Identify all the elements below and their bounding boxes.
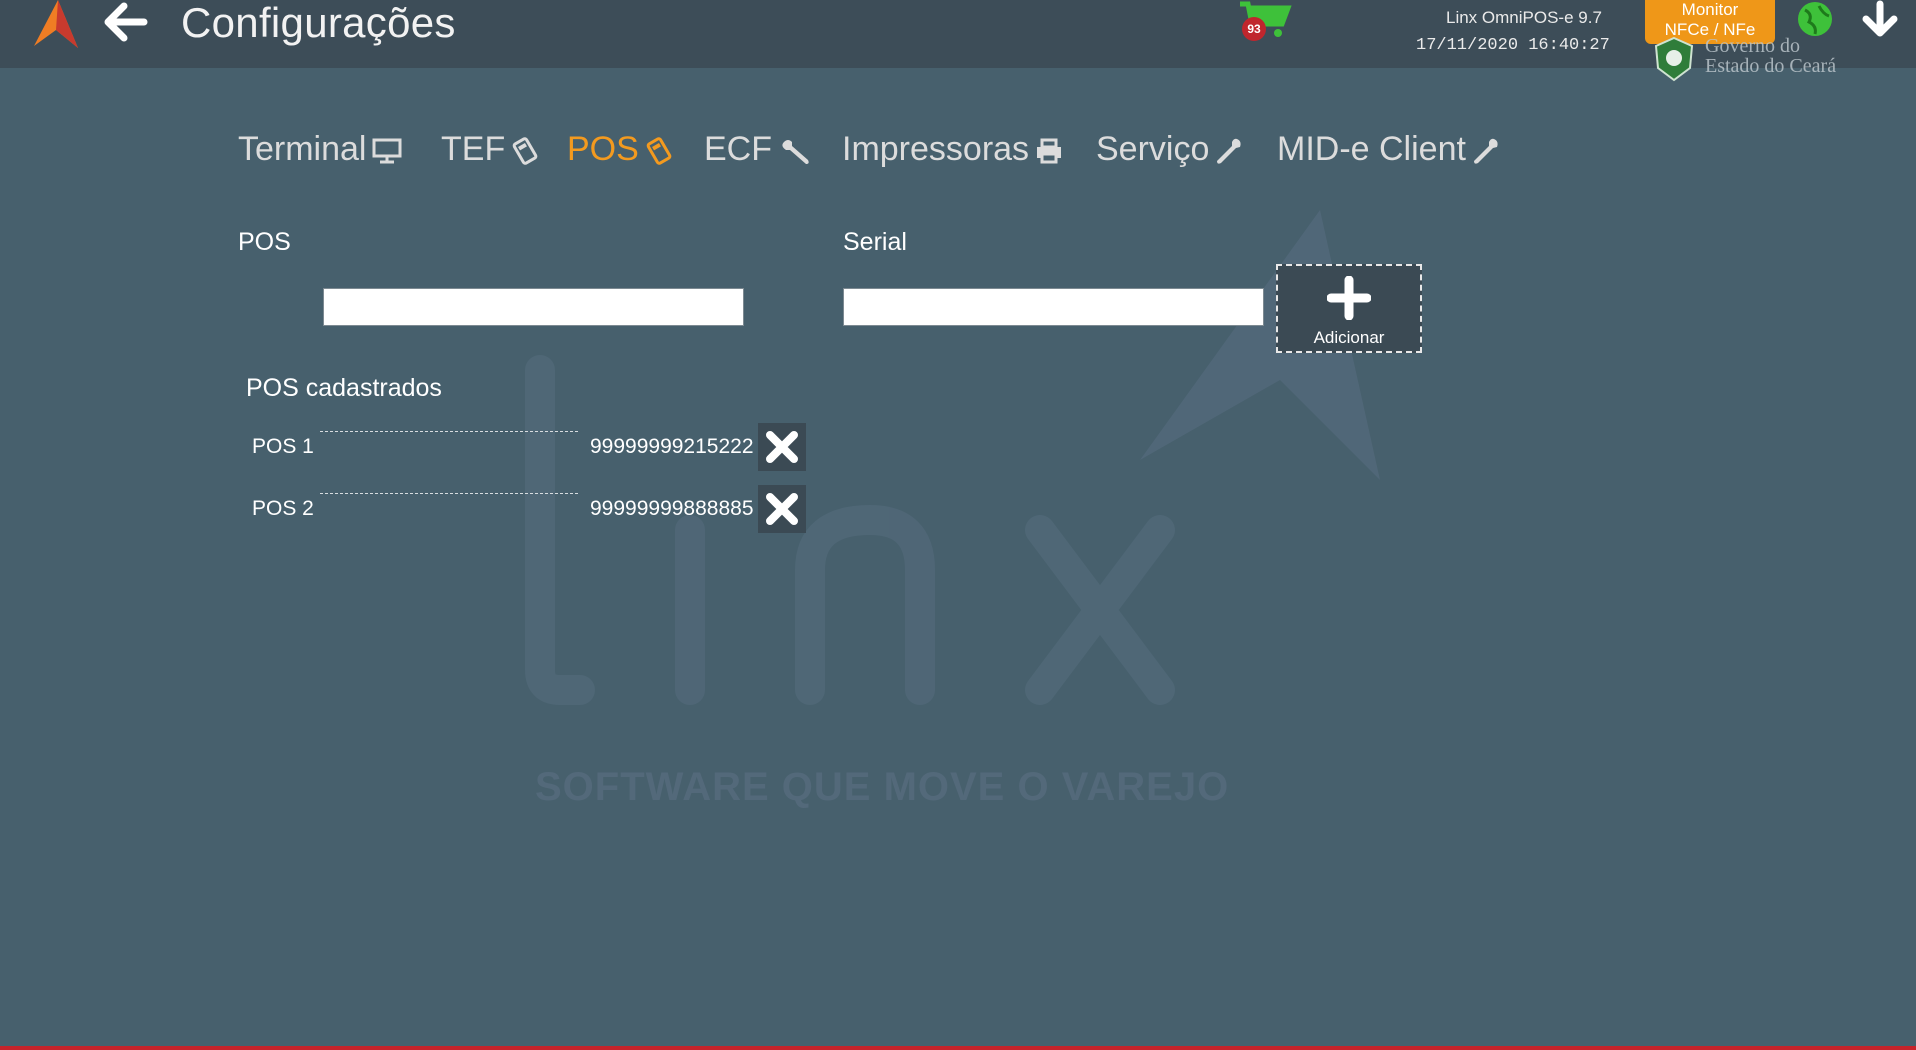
tab-servico[interactable]: Serviço	[1096, 124, 1243, 174]
delete-pos-button[interactable]	[758, 423, 806, 471]
pos-name: POS 2	[252, 497, 314, 520]
serial-field-label: Serial	[843, 228, 907, 256]
tab-ecf[interactable]: ECF	[704, 124, 814, 174]
plus-icon	[1327, 276, 1371, 320]
add-pos-button[interactable]: Adicionar	[1276, 264, 1422, 353]
close-icon	[766, 493, 798, 525]
list-item: POS 2 99999999888885	[240, 485, 810, 533]
app-version: Linx OmniPOS-e 9.7	[1446, 8, 1602, 27]
monitor-label: Monitor	[1681, 0, 1739, 19]
wrench-icon	[782, 140, 809, 165]
linx-logo-icon	[34, 0, 78, 48]
cart-count-badge: 93	[1242, 17, 1266, 41]
tab-label: Serviço	[1096, 130, 1210, 168]
printer-icon	[1037, 138, 1062, 164]
serial-input[interactable]	[843, 288, 1264, 326]
registered-pos-title: POS cadastrados	[246, 374, 442, 402]
tab-label: TEF	[441, 130, 506, 168]
pos-name-input[interactable]	[323, 288, 744, 326]
card-terminal-icon	[512, 137, 538, 165]
close-icon	[766, 431, 798, 463]
dotted-separator	[320, 493, 578, 494]
tab-terminal[interactable]: Terminal	[238, 124, 402, 174]
wrench-icon	[1217, 138, 1241, 164]
bottom-accent-line	[0, 1046, 1916, 1050]
pos-serial: 99999999888885	[590, 497, 754, 520]
card-terminal-icon	[646, 137, 672, 165]
tab-mid-e-client[interactable]: MID-e Client	[1277, 124, 1500, 174]
tab-label: Terminal	[238, 130, 367, 168]
globe-icon[interactable]	[1795, 0, 1835, 38]
pos-field-label: POS	[238, 228, 291, 256]
dotted-separator	[320, 431, 578, 432]
list-item: POS 1 99999999215222	[240, 423, 810, 471]
tab-label: ECF	[704, 130, 772, 168]
add-button-label: Adicionar	[1313, 328, 1385, 347]
tab-label: POS	[567, 130, 639, 168]
government-name: Governo do Estado do Ceará	[1705, 36, 1836, 76]
back-arrow-icon[interactable]	[104, 2, 148, 42]
gov-line-2: Estado do Ceará	[1705, 55, 1837, 77]
ceara-crest-icon	[1654, 36, 1694, 82]
tab-impressoras[interactable]: Impressoras	[842, 124, 1063, 174]
watermark-tagline: SOFTWARE QUE MOVE O VAREJO	[535, 765, 1230, 809]
pos-name: POS 1	[252, 435, 314, 458]
wrench-icon	[1473, 138, 1498, 164]
down-arrow-icon[interactable]	[1860, 0, 1900, 38]
page-title: Configurações	[181, 0, 456, 46]
datetime: 17/11/2020 16:40:27	[1416, 36, 1610, 55]
delete-pos-button[interactable]	[758, 485, 806, 533]
tab-label: Impressoras	[842, 130, 1030, 168]
gov-line-1: Governo do	[1705, 35, 1800, 57]
tab-label: MID-e Client	[1277, 130, 1466, 168]
tab-pos[interactable]: POS	[567, 124, 673, 174]
tab-tef[interactable]: TEF	[441, 124, 539, 174]
pos-serial: 99999999215222	[590, 435, 754, 458]
monitor-icon	[372, 138, 402, 164]
